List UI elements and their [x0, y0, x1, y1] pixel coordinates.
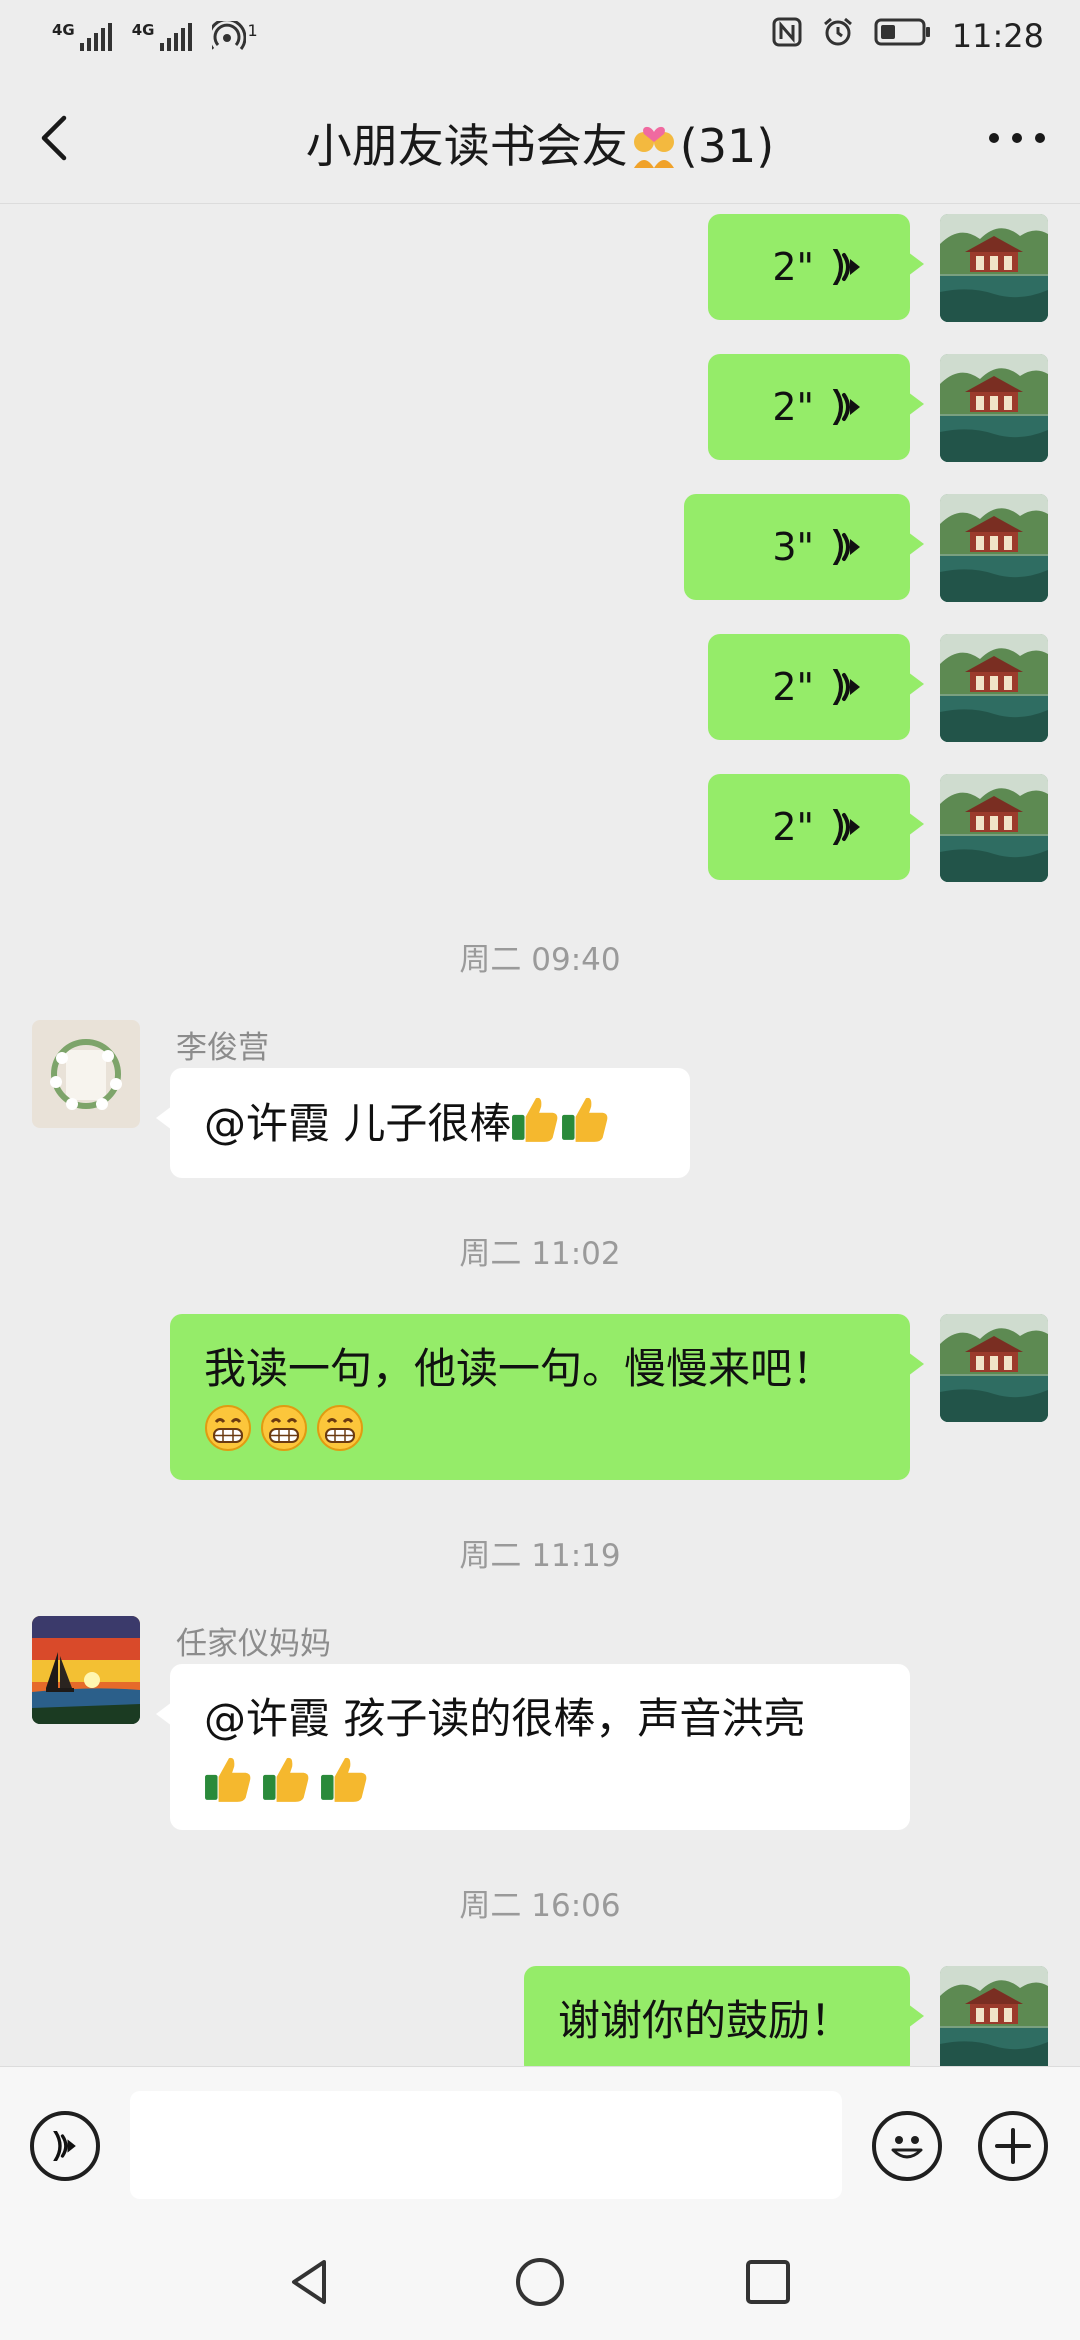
- voice-message-icon: [833, 669, 862, 705]
- chat-title: 小朋友读书会友 (31): [150, 110, 930, 179]
- system-navigation-bar: [0, 2226, 1080, 2340]
- group-name: 小朋友读书会友: [305, 119, 628, 173]
- my-avatar[interactable]: [940, 214, 1048, 322]
- voice-input-button[interactable]: [30, 2111, 100, 2181]
- timestamp: 周二 11:19: [459, 1538, 621, 1574]
- thumbs-up-emoji-icon: [511, 1094, 561, 1159]
- message-input[interactable]: [130, 2091, 842, 2199]
- voice-duration: 3": [772, 525, 814, 569]
- nav-home-button[interactable]: [510, 2252, 570, 2312]
- member-count: (31): [679, 119, 775, 173]
- timestamp: 周二 11:02: [459, 1236, 621, 1272]
- message-bubble[interactable]: @许霞 孩子读的很棒，声音洪亮: [156, 1664, 910, 1830]
- voice-message-icon: [833, 389, 862, 425]
- couple-with-heart-emoji-icon: [628, 120, 680, 179]
- nav-back-icon: [292, 2260, 326, 2304]
- my-avatar[interactable]: [940, 1314, 1048, 1422]
- grinning-emoji-icon: [204, 1404, 252, 1467]
- message-list[interactable]: 2" 2" 3" 2" 2" 周二 09:40 李俊营 @许霞 儿子很棒 周二 …: [0, 204, 1080, 2066]
- voice-message-bubble[interactable]: 2": [708, 634, 924, 740]
- message-bubble[interactable]: 我读一句，他读一句。慢慢来吧！: [170, 1314, 924, 1480]
- emoji-icon: [891, 2136, 923, 2159]
- voice-message-icon: [833, 529, 862, 565]
- more-icon: [989, 133, 1045, 143]
- nfc-icon: [772, 17, 802, 55]
- emoji-button[interactable]: [872, 2111, 942, 2181]
- thumbs-up-emoji-icon: [320, 1754, 370, 1819]
- chat-input-bar: [0, 2066, 1080, 2226]
- my-avatar[interactable]: [940, 494, 1048, 602]
- voice-input-icon: [53, 2131, 78, 2161]
- voice-duration: 2": [772, 665, 814, 709]
- my-avatar[interactable]: [940, 354, 1048, 462]
- sender-name: 李俊营: [176, 1030, 269, 1066]
- clock: 11:28: [951, 17, 1044, 55]
- thumbs-up-emoji-icon: [561, 1094, 611, 1159]
- message-text: 我读一句，他读一句。慢慢来吧！: [204, 1344, 835, 1393]
- alarm-icon: [822, 16, 854, 56]
- voice-message-icon: [833, 809, 862, 845]
- sender-name: 任家仪妈妈: [176, 1626, 331, 1662]
- back-button[interactable]: [28, 108, 88, 168]
- voice-message-bubble[interactable]: 3": [684, 494, 924, 600]
- message-bubble[interactable]: @许霞 儿子很棒: [156, 1068, 690, 1178]
- more-button[interactable]: [982, 108, 1052, 168]
- message-text: 谢谢你的鼓励！: [558, 1996, 853, 2045]
- cellular-signal-icon: 4G: [52, 21, 112, 51]
- voice-duration: 2": [772, 245, 814, 289]
- message-bubble[interactable]: 谢谢你的鼓励！: [524, 1966, 924, 2066]
- add-icon: [995, 2128, 1031, 2164]
- nav-back-button[interactable]: [282, 2252, 342, 2312]
- battery-icon: [874, 17, 932, 55]
- nav-recents-button[interactable]: [738, 2252, 798, 2312]
- voice-duration: 2": [772, 805, 814, 849]
- status-bar: 4G 4G 1 11:28: [0, 0, 1080, 72]
- back-arrow-icon: [41, 115, 67, 161]
- voice-message-bubble[interactable]: 2": [708, 774, 924, 880]
- sender-avatar[interactable]: [32, 1020, 140, 1128]
- add-button[interactable]: [978, 2111, 1048, 2181]
- my-avatar[interactable]: [940, 1966, 1048, 2066]
- my-avatar[interactable]: [940, 634, 1048, 742]
- grinning-emoji-icon: [260, 1404, 308, 1467]
- nav-home-icon: [516, 2258, 564, 2306]
- cellular-signal-icon: 4G: [132, 21, 192, 51]
- sender-avatar[interactable]: [32, 1616, 140, 1724]
- chat-header: 小朋友读书会友 (31): [0, 72, 1080, 204]
- voice-message-bubble[interactable]: 2": [708, 354, 924, 460]
- voice-message-bubble[interactable]: 2": [708, 214, 924, 320]
- grinning-emoji-icon: [316, 1404, 364, 1467]
- voice-duration: 2": [772, 385, 814, 429]
- nav-recents-icon: [746, 2260, 790, 2304]
- thumbs-up-emoji-icon: [262, 1754, 312, 1819]
- message-text: @许霞 孩子读的很棒，声音洪亮: [204, 1694, 806, 1743]
- thumbs-up-emoji-icon: [204, 1754, 254, 1819]
- timestamp: 周二 09:40: [459, 942, 621, 978]
- voice-message-icon: [833, 249, 862, 285]
- hotspot-icon: 1: [211, 21, 258, 51]
- timestamp: 周二 16:06: [459, 1888, 621, 1924]
- message-text: @许霞 儿子很棒: [204, 1099, 512, 1148]
- my-avatar[interactable]: [940, 774, 1048, 882]
